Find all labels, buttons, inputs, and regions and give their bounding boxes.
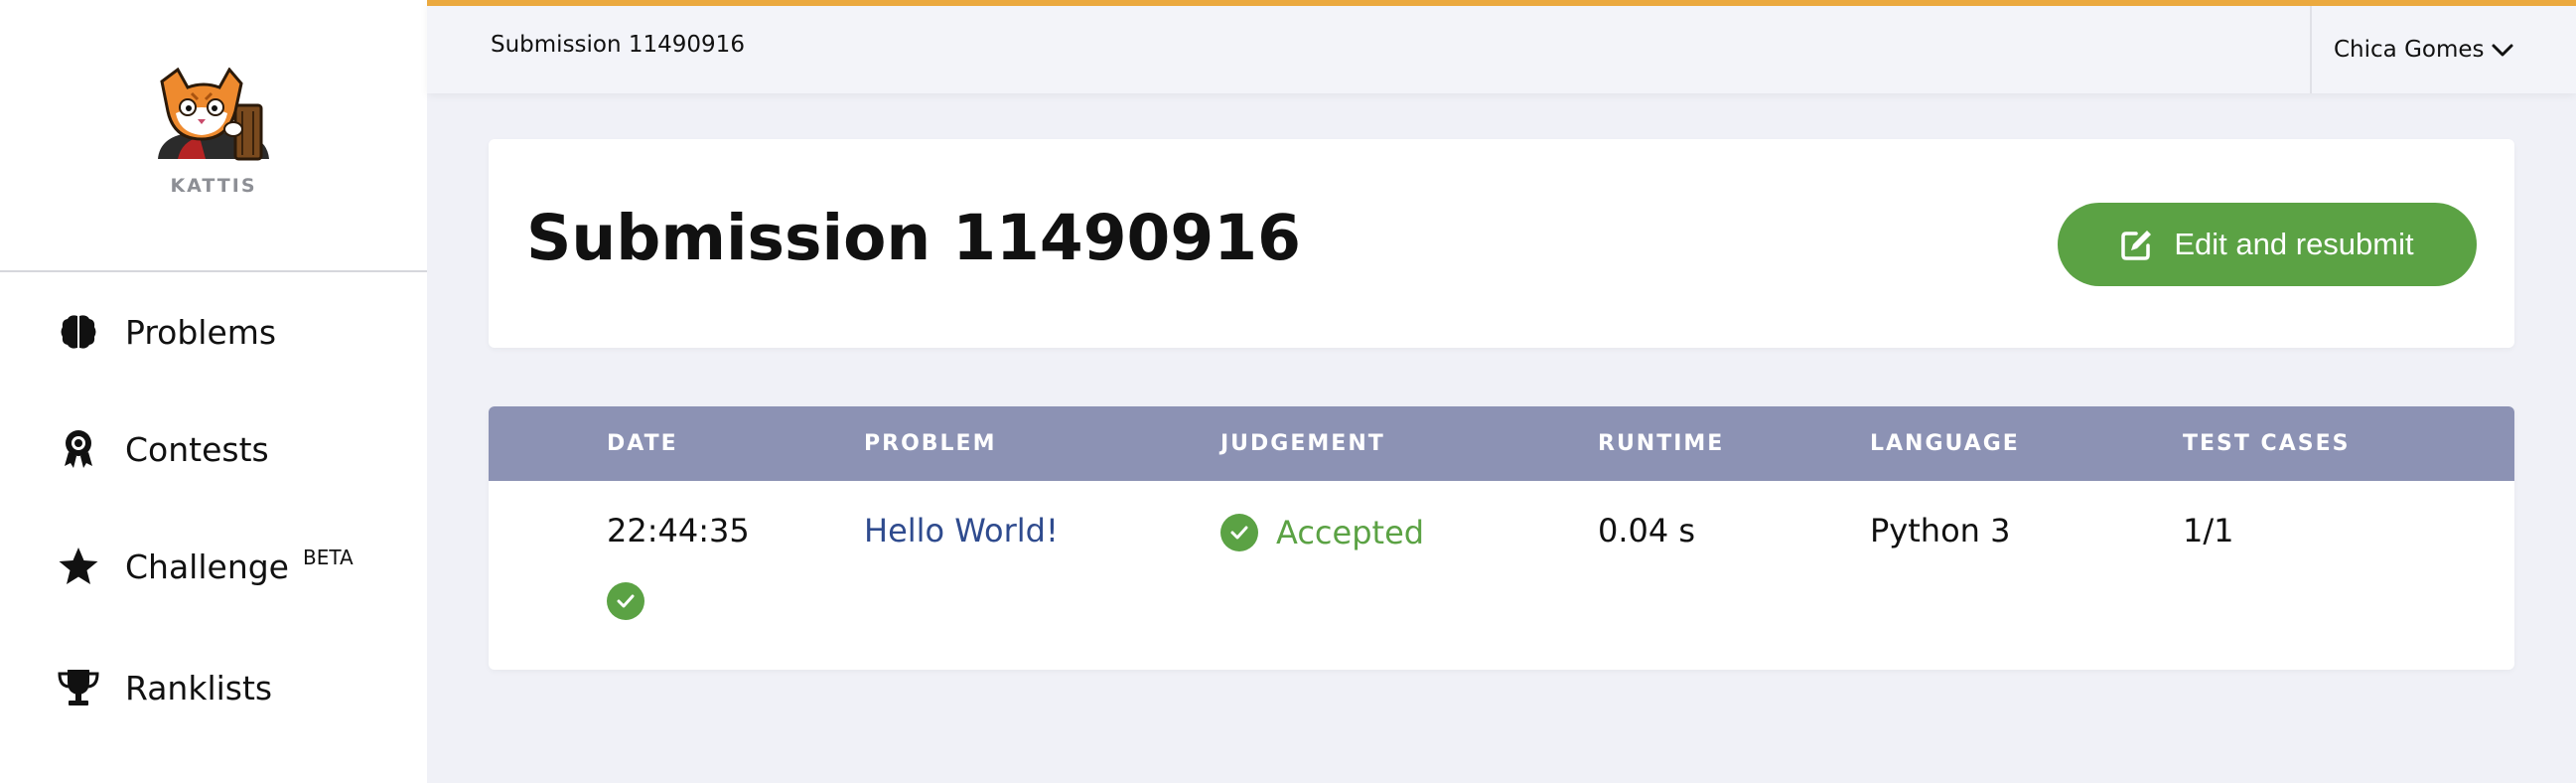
brand-name: KATTIS — [170, 175, 257, 197]
column-header-test-cases: TEST CASES — [2183, 431, 2351, 456]
brain-icon — [56, 309, 101, 355]
test-case-check-icon[interactable] — [607, 582, 644, 620]
breadcrumb: Submission 11490916 — [491, 32, 745, 58]
column-header-language: LANGUAGE — [1870, 431, 2020, 456]
star-icon — [56, 544, 101, 589]
sidebar-item-challenge[interactable]: Challenge BETA — [0, 527, 427, 606]
submission-header: Submission 11490916 Edit and resubmit — [489, 139, 2514, 348]
cell-runtime: 0.04 s — [1598, 512, 1696, 549]
column-header-date: DATE — [607, 431, 678, 456]
sidebar-item-contests[interactable]: Contests — [0, 409, 427, 489]
beta-badge: BETA — [302, 545, 354, 569]
sidebar-item-label: Contests — [125, 429, 269, 469]
user-name: Chica Gomes — [2334, 37, 2485, 63]
award-icon — [56, 426, 101, 472]
sidebar-item-label: Ranklists — [125, 668, 273, 707]
page-title: Submission 11490916 — [526, 202, 1301, 274]
sidebar-item-label: Challenge BETA — [125, 545, 354, 586]
edit-icon — [2120, 228, 2154, 261]
column-header-judgement: JUDGEMENT — [1220, 431, 1385, 456]
column-header-runtime: RUNTIME — [1598, 431, 1725, 456]
cell-date: 22:44:35 — [607, 512, 750, 549]
judgement-text: Accepted — [1276, 514, 1425, 551]
edit-and-resubmit-button[interactable]: Edit and resubmit — [2058, 203, 2477, 286]
chevron-down-icon — [2491, 43, 2514, 63]
submission-table: DATE PROBLEM JUDGEMENT RUNTIME LANGUAGE … — [489, 406, 2514, 670]
sidebar-item-label: Problems — [125, 312, 277, 352]
cell-test-cases: 1/1 — [2183, 512, 2234, 549]
kattis-logo[interactable] — [148, 68, 279, 161]
sidebar-item-problems[interactable]: Problems — [0, 292, 427, 372]
cell-language: Python 3 — [1870, 512, 2011, 549]
check-circle-icon — [1220, 514, 1258, 551]
table-header: DATE PROBLEM JUDGEMENT RUNTIME LANGUAGE … — [489, 406, 2514, 481]
column-header-problem: PROBLEM — [864, 431, 997, 456]
user-menu[interactable]: Chica Gomes — [2310, 6, 2576, 93]
sidebar: KATTIS Problems Contests Challenge BETA … — [0, 0, 427, 783]
brand: KATTIS — [0, 0, 427, 272]
resubmit-label: Edit and resubmit — [2174, 227, 2414, 261]
trophy-icon — [56, 665, 101, 710]
challenge-label: Challenge — [125, 547, 289, 586]
cell-judgement: Accepted — [1220, 514, 1424, 551]
top-bar: Submission 11490916 Chica Gomes — [427, 0, 2576, 93]
problem-link[interactable]: Hello World! — [864, 512, 1059, 549]
sidebar-item-ranklists[interactable]: Ranklists — [0, 648, 427, 727]
